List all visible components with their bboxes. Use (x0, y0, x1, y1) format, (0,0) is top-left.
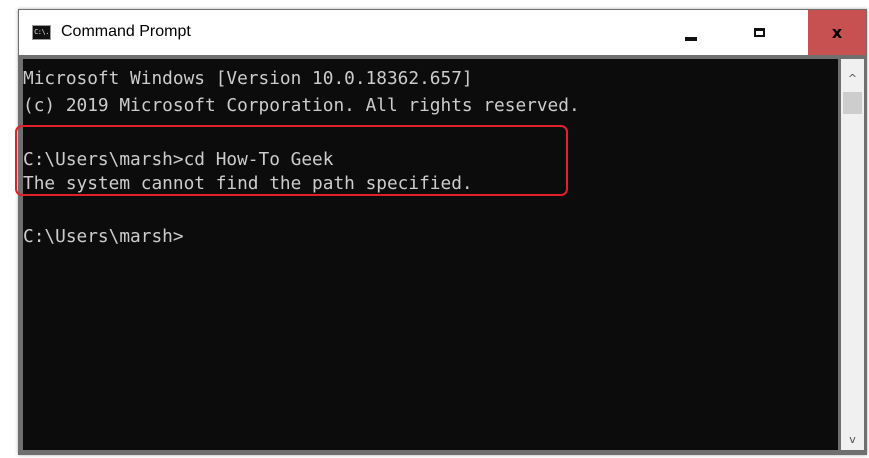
minimize-button[interactable] (662, 10, 720, 55)
command-prompt-window: C:\. Command Prompt x Microsoft Windows … (15, 9, 867, 455)
scrollbar-thumb[interactable] (843, 92, 862, 114)
window-title: Command Prompt (61, 23, 191, 40)
minimize-icon (685, 36, 697, 41)
vertical-scrollbar[interactable]: ^ v (841, 59, 864, 450)
console-output[interactable]: Microsoft Windows [Version 10.0.18362.65… (23, 59, 838, 450)
close-button[interactable]: x (808, 10, 866, 55)
error-highlight-box (15, 125, 568, 196)
maximize-button[interactable] (730, 10, 788, 55)
console-line-copyright: (c) 2019 Microsoft Corporation. All righ… (23, 95, 580, 116)
title-bar[interactable]: C:\. Command Prompt x (19, 10, 866, 55)
scroll-down-icon[interactable]: v (841, 428, 864, 450)
close-icon: x (831, 22, 843, 42)
maximize-icon (753, 28, 765, 37)
console-line-version: Microsoft Windows [Version 10.0.18362.65… (23, 68, 473, 89)
command-prompt-icon[interactable]: C:\. (32, 25, 51, 40)
console-prompt[interactable]: C:\Users\marsh> (23, 225, 184, 249)
scroll-up-icon[interactable]: ^ (841, 67, 864, 89)
